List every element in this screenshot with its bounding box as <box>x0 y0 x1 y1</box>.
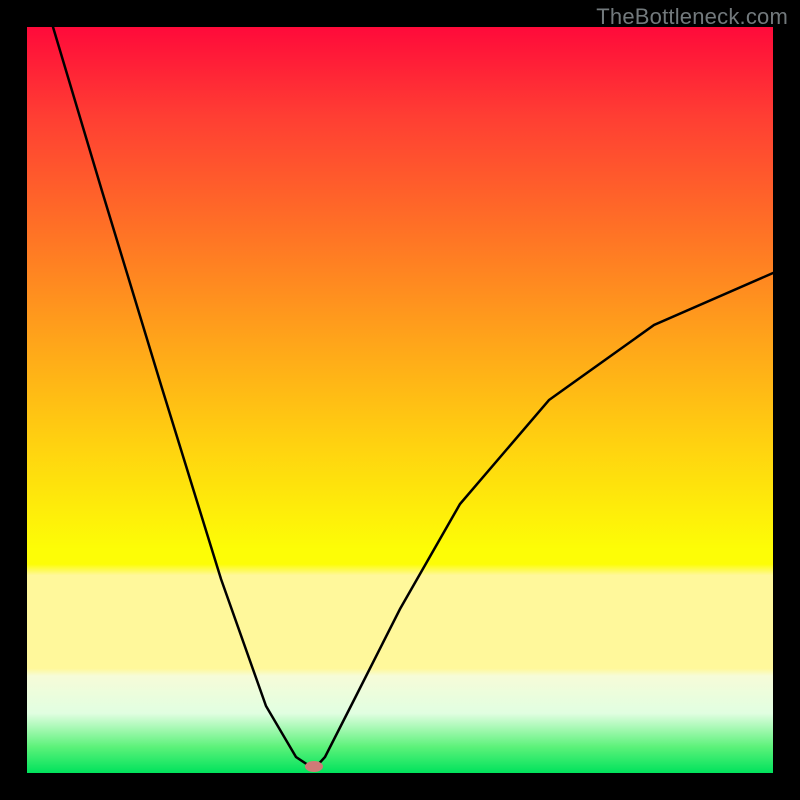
watermark-text: TheBottleneck.com <box>596 4 788 30</box>
chart-frame: TheBottleneck.com <box>0 0 800 800</box>
bottleneck-curve <box>27 27 773 773</box>
optimal-point-marker <box>305 761 323 772</box>
plot-area <box>27 27 773 773</box>
curve-path <box>53 27 773 769</box>
